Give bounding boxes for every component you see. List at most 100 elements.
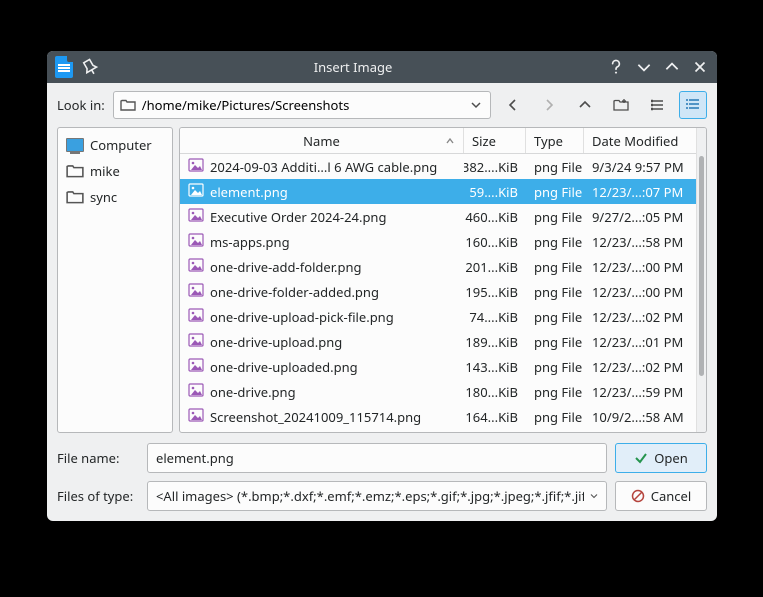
folder-icon — [120, 98, 136, 112]
file-type: png File — [526, 183, 584, 201]
file-name: one-drive-folder-added.png — [210, 283, 379, 301]
file-size: 160...KiB — [464, 233, 526, 251]
folder-icon — [66, 189, 84, 205]
new-folder-button[interactable] — [607, 91, 635, 119]
file-name: one-drive-uploaded.png — [210, 358, 358, 376]
document-icon — [55, 56, 73, 78]
minimize-button[interactable] — [635, 58, 653, 76]
path-combo[interactable]: /home/mike/Pictures/Screenshots — [113, 91, 491, 119]
filetype-label: Files of type: — [57, 487, 139, 505]
scrollbar-vertical[interactable] — [696, 128, 706, 432]
cancel-icon — [631, 489, 645, 503]
image-file-icon — [188, 258, 204, 276]
check-icon — [634, 451, 648, 465]
file-type: png File — [526, 283, 584, 301]
file-size: 201...KiB — [464, 258, 526, 276]
file-name: one-drive.png — [210, 383, 296, 401]
filename-label: File name: — [57, 449, 139, 467]
column-date[interactable]: Date Modified — [584, 128, 696, 153]
image-file-icon — [188, 308, 204, 326]
folder-icon — [66, 163, 84, 179]
file-name: one-drive-upload.png — [210, 333, 342, 351]
file-date: 12/23/...:02 PM — [584, 308, 696, 326]
list-view-button[interactable] — [643, 91, 671, 119]
file-name: one-drive-upload-pick-file.png — [210, 308, 394, 326]
filename-input[interactable]: element.png — [147, 443, 607, 473]
file-list: Name Size Type Date Modified 2024-09-03 … — [179, 127, 707, 433]
filetype-combo[interactable]: <All images> (*.bmp;*.dxf;*.emf;*.emz;*.… — [147, 481, 607, 511]
scroll-thumb[interactable] — [699, 156, 704, 376]
sidebar-item-computer[interactable]: Computer — [64, 132, 166, 158]
sidebar-item-label: mike — [90, 162, 120, 180]
file-name: Executive Order 2024-24.png — [210, 208, 386, 226]
file-row[interactable]: one-drive-upload-pick-file.png 74....KiBp… — [180, 304, 696, 329]
file-name: element.png — [210, 183, 288, 201]
window-title: Insert Image — [99, 58, 607, 76]
cancel-button[interactable]: Cancel — [615, 481, 707, 511]
file-date: 12/23/...:00 PM — [584, 258, 696, 276]
file-date: 12/23/...:02 PM — [584, 358, 696, 376]
sidebar-item-label: sync — [90, 188, 117, 206]
file-type: png File — [526, 408, 584, 426]
file-row[interactable]: 2024-09-03 Additi...l 6 AWG cable.png 382… — [180, 154, 696, 179]
close-button[interactable] — [691, 58, 709, 76]
file-row[interactable]: one-drive-folder-added.png 195...KiBpng F… — [180, 279, 696, 304]
help-button[interactable] — [607, 58, 625, 76]
sidebar-item-sync[interactable]: sync — [64, 184, 166, 210]
file-size: 180...KiB — [464, 383, 526, 401]
column-type[interactable]: Type — [526, 128, 584, 153]
forward-button[interactable] — [535, 91, 563, 119]
file-type: png File — [526, 208, 584, 226]
file-type: png File — [526, 308, 584, 326]
file-row[interactable]: element.png 59....KiBpng File12/23/...:07… — [180, 179, 696, 204]
open-button[interactable]: Open — [615, 443, 707, 473]
column-name[interactable]: Name — [180, 128, 464, 153]
titlebar: Insert Image — [47, 51, 717, 83]
back-button[interactable] — [499, 91, 527, 119]
computer-icon — [66, 137, 84, 153]
file-size: 59....KiB — [464, 183, 526, 201]
file-row[interactable]: one-drive-add-folder.png201...KiBpng Fil… — [180, 254, 696, 279]
sidebar: Computer mike sync — [57, 127, 173, 433]
image-file-icon — [188, 208, 204, 226]
file-name: ms-apps.png — [210, 233, 290, 251]
file-type: png File — [526, 383, 584, 401]
file-row[interactable]: Executive Order 2024-24.png460...KiBpng … — [180, 204, 696, 229]
image-file-icon — [188, 358, 204, 376]
maximize-button[interactable] — [663, 58, 681, 76]
parent-dir-button[interactable] — [571, 91, 599, 119]
file-date: 12/23/...:07 PM — [584, 183, 696, 201]
sidebar-item-home[interactable]: mike — [64, 158, 166, 184]
file-row[interactable]: one-drive.png180...KiBpng File12/23/...:… — [180, 379, 696, 404]
pin-button[interactable] — [81, 58, 99, 76]
file-date: 9/27/2...:05 PM — [584, 208, 696, 226]
image-file-icon — [188, 408, 204, 426]
file-size: 74....KiB — [464, 308, 526, 326]
file-size: 189...KiB — [464, 333, 526, 351]
file-type: png File — [526, 358, 584, 376]
detail-view-button[interactable] — [679, 91, 707, 119]
sort-asc-icon — [445, 132, 455, 150]
file-date: 12/23/...:58 PM — [584, 233, 696, 251]
image-file-icon — [188, 158, 204, 176]
file-name: 2024-09-03 Additi...l 6 AWG cable.png — [210, 158, 437, 176]
file-name: one-drive-add-folder.png — [210, 258, 362, 276]
file-header: Name Size Type Date Modified — [180, 128, 696, 154]
file-row[interactable]: one-drive-upload.png189...KiBpng File12/… — [180, 329, 696, 354]
file-size: 195...KiB — [464, 283, 526, 301]
file-size: 382....KiB — [464, 158, 526, 176]
file-date: 12/23/...:00 PM — [584, 283, 696, 301]
file-size: 143...KiB — [464, 358, 526, 376]
file-size: 164...KiB — [464, 408, 526, 426]
file-name: Screenshot_20241009_115714.png — [210, 408, 421, 426]
file-date: 10/9/2...:58 AM — [584, 408, 696, 426]
image-file-icon — [188, 183, 204, 201]
column-size[interactable]: Size — [464, 128, 526, 153]
chevron-down-icon — [468, 97, 484, 113]
file-row[interactable]: one-drive-uploaded.png 143...KiBpng File1… — [180, 354, 696, 379]
file-row[interactable]: ms-apps.png160...KiBpng File12/23/...:58… — [180, 229, 696, 254]
lookin-label: Look in: — [57, 96, 105, 114]
image-file-icon — [188, 233, 204, 251]
file-row[interactable]: Screenshot_20241009_115714.png 164...KiBp… — [180, 404, 696, 429]
file-date: 12/23/...:01 PM — [584, 333, 696, 351]
